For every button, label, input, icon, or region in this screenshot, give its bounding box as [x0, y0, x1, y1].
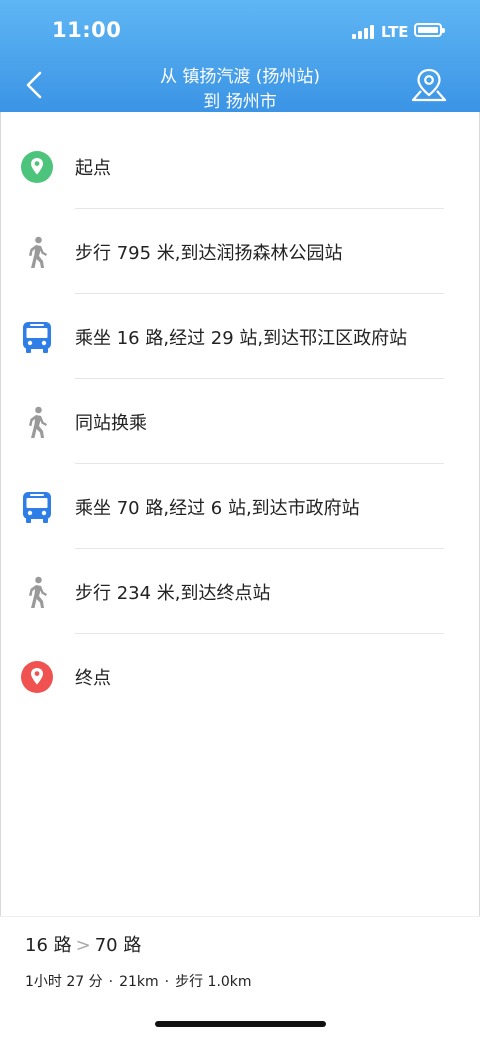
- home-indicator[interactable]: [155, 1021, 326, 1027]
- step-item-walk[interactable]: 步行 795 米,到达润扬森林公园站: [0, 209, 480, 294]
- step-text: 起点: [75, 158, 111, 179]
- start-pin-icon: [20, 150, 54, 184]
- step-item-transfer[interactable]: 同站换乘: [0, 379, 480, 464]
- chevron-left-icon: [26, 71, 42, 99]
- network-label: LTE: [381, 23, 409, 41]
- step-text: 步行 795 米,到达润扬森林公园站: [75, 243, 343, 264]
- route-duration: 1小时 27 分: [25, 974, 103, 990]
- status-time: 11:00: [52, 18, 122, 42]
- step-text: 步行 234 米,到达终点站: [75, 583, 271, 604]
- step-text: 同站换乘: [75, 413, 147, 434]
- meta-dot: ·: [108, 974, 114, 990]
- route-origin-title: 从 镇扬汽渡 (扬州站): [159, 67, 321, 87]
- route-separator: >: [75, 935, 91, 956]
- route-line-second: 70 路: [94, 935, 142, 956]
- step-item-bus[interactable]: 乘坐 70 路,经过 6 站,到达市政府站: [0, 464, 480, 549]
- meta-dot: ·: [164, 974, 170, 990]
- walk-icon: [20, 405, 54, 439]
- route-destination-title: 到 扬州市: [203, 92, 277, 112]
- walk-icon: [20, 575, 54, 609]
- step-item-bus[interactable]: 乘坐 16 路,经过 29 站,到达邗江区政府站: [0, 294, 480, 379]
- route-meta: 1小时 27 分 · 21km · 步行 1.0km: [25, 971, 252, 991]
- route-line-first: 16 路: [25, 935, 72, 956]
- step-text: 乘坐 70 路,经过 6 站,到达市政府站: [75, 498, 360, 519]
- bus-icon: [20, 490, 54, 524]
- walk-icon: [20, 235, 54, 269]
- route-lines: 16 路 >70 路: [25, 931, 141, 957]
- battery-icon: [414, 23, 445, 37]
- step-item-walk[interactable]: 步行 234 米,到达终点站: [0, 549, 480, 634]
- map-pin-icon: [411, 68, 447, 102]
- step-text: 乘坐 16 路,经过 29 站,到达邗江区政府站: [75, 328, 408, 349]
- back-button[interactable]: [18, 68, 52, 102]
- end-pin-icon: [20, 660, 54, 694]
- step-item-start[interactable]: 起点: [0, 124, 480, 209]
- status-bar: 11:00 LTE: [0, 0, 480, 60]
- route-steps-list: 起点 步行 795 米,到达润扬森林公园站 乘坐 16 路,经过 29 站,到达…: [0, 124, 480, 719]
- signal-icon: [352, 25, 376, 39]
- header: 11:00 LTE 从 镇扬汽渡 (扬州站) 到 扬州市: [0, 0, 480, 112]
- route-walk-distance: 步行 1.0km: [175, 974, 252, 990]
- route-distance: 21km: [119, 974, 159, 990]
- map-view-button[interactable]: [410, 66, 448, 104]
- step-text: 终点: [75, 668, 111, 689]
- bus-icon: [20, 320, 54, 354]
- step-item-end[interactable]: 终点: [0, 634, 480, 719]
